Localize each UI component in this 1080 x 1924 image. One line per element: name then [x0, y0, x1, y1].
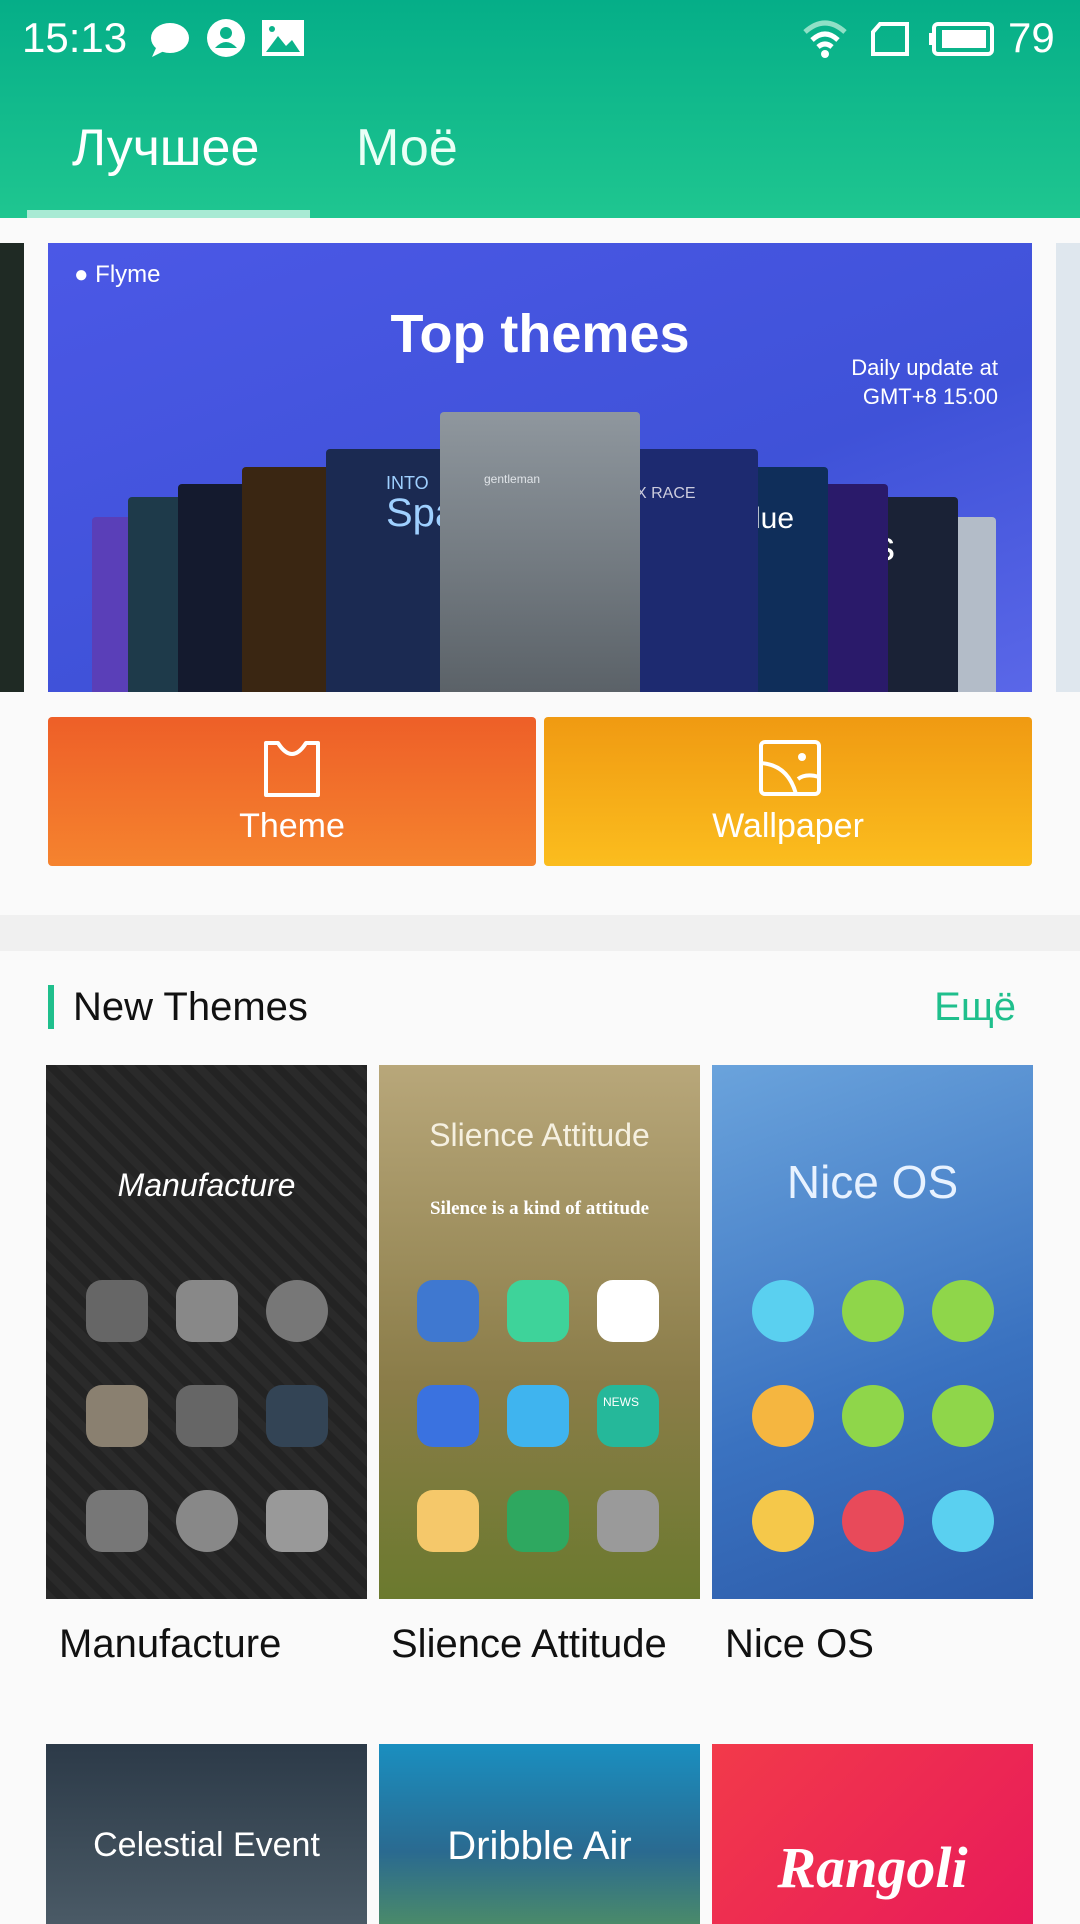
image-icon — [262, 20, 304, 56]
theme-thumbnail-slience-attitude[interactable]: Slience Attitude Silence is a kind of at… — [379, 1065, 700, 1599]
card-text-gentleman: gentleman — [484, 472, 541, 486]
tab-mine[interactable]: Моё — [356, 118, 458, 178]
theme-thumbnail-celestial-event[interactable]: Celestial Event — [46, 1744, 367, 1924]
carousel-next-peek[interactable] — [1056, 243, 1080, 692]
contact-icon — [207, 19, 245, 57]
sim-icon — [871, 22, 909, 56]
flyme-logo: ● Flyme — [74, 261, 161, 288]
battery-level: 79 — [1008, 14, 1055, 61]
theme-preview-card-featured: gentleman — [440, 412, 640, 692]
carousel-prev-peek[interactable] — [0, 243, 24, 692]
theme-thumbnail-dribble-air[interactable]: Dribble Air — [379, 1744, 700, 1924]
theme-thumbnail-nice-os[interactable]: Nice OS — [712, 1065, 1033, 1599]
theme-thumbnail-manufacture[interactable]: Manufacture — [46, 1065, 367, 1599]
theme-thumbnail-rangoli[interactable]: Rangoli — [712, 1744, 1033, 1924]
tshirt-icon — [264, 741, 320, 797]
theme-preview-card: X RACE — [628, 449, 758, 692]
wifi-icon — [803, 20, 847, 58]
top-themes-banner[interactable]: ● Flyme Top themes Daily update at GMT+8 … — [48, 243, 1032, 692]
theme-name[interactable]: Nice OS — [725, 1622, 874, 1667]
section-title: New Themes — [73, 985, 308, 1029]
card-text-spa: Spa — [386, 491, 458, 535]
battery-icon — [929, 22, 994, 56]
banner-subtitle: Daily update at GMT+8 15:00 — [851, 355, 998, 409]
chat-icon — [151, 23, 189, 57]
card-text-into: INTO — [386, 473, 429, 493]
theme-name[interactable]: Manufacture — [59, 1622, 281, 1667]
theme-button[interactable]: Theme — [48, 717, 536, 866]
theme-preview-card: INTO Spa — [326, 449, 458, 692]
tab-best[interactable]: Лучшее — [72, 118, 259, 178]
section-accent-bar — [48, 985, 54, 1029]
section-divider — [0, 915, 1080, 951]
more-link[interactable]: Ещё — [934, 985, 1016, 1030]
app-header: 15:13 79 Лучшее Моё — [0, 0, 1080, 218]
status-time: 15:13 — [22, 14, 128, 61]
active-tab-indicator — [27, 210, 310, 218]
theme-name[interactable]: Slience Attitude — [391, 1622, 667, 1667]
wallpaper-icon — [759, 740, 821, 796]
wallpaper-button[interactable]: Wallpaper — [544, 717, 1032, 866]
